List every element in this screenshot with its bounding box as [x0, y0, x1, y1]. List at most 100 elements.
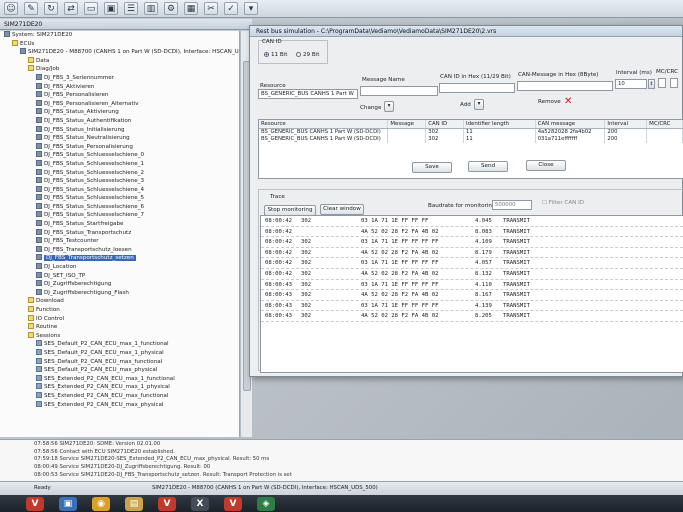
tree-item[interactable]: DJ_FBS_Status_Schluesselschiene_1	[0, 159, 239, 169]
tree-item[interactable]: SIM271DE20 - M88700 (CANHS 1 on Part W (…	[0, 48, 239, 57]
vediamo2-icon[interactable]: V	[158, 496, 176, 511]
tools-icon[interactable]: ✂	[204, 2, 218, 15]
trace-row[interactable]: 08:00:43 302 4A 52 02 28 F2 FA 4B 02 8.167 T…	[261, 290, 683, 301]
radio-29bit-dot[interactable]	[296, 52, 301, 57]
refresh-icon[interactable]: ↻	[44, 2, 58, 15]
tree-item[interactable]: System: SIM271DE20	[0, 31, 239, 40]
grid-header-cell[interactable]: Identifier length	[464, 120, 536, 128]
can-message-input[interactable]	[517, 81, 613, 91]
clear-window-button[interactable]: Clear window	[320, 204, 364, 215]
trace-row[interactable]: 08:00:42 302 03 1A 71 1E FF FF FF FF 4.109 T…	[261, 237, 683, 248]
tree-item[interactable]: SES_Default_P2_CAN_ECU_max_1_physical	[0, 348, 239, 358]
xentry-icon[interactable]: X	[191, 496, 209, 511]
trace-row[interactable]: 08:00:43 302 03 1A 71 1E FF FF FF FF 4.110 T…	[261, 280, 683, 291]
user-icon[interactable]: ☺	[4, 2, 18, 15]
crc-checkbox[interactable]	[670, 78, 678, 88]
tree-item[interactable]: Sessions	[0, 331, 239, 341]
tree-item[interactable]: DJ_FBS_Status_Transportschutz	[0, 228, 239, 238]
tree-item[interactable]: DJ_FBS_Status_Schluesselschiene_6	[0, 202, 239, 212]
radio-29bit[interactable]: 29 Bit	[296, 52, 319, 58]
connect-icon[interactable]: ⇄	[64, 2, 78, 15]
tree-item[interactable]: SES_Default_P2_CAN_ECU_max_physical	[0, 366, 239, 375]
tree-item[interactable]: DJ_FBS_Status_Schluesselschiene_2	[0, 168, 239, 178]
grid-header-cell[interactable]: CAN message	[536, 120, 606, 128]
grid-icon[interactable]: ▦	[184, 2, 198, 15]
grid-header-cell[interactable]: Message	[388, 120, 427, 128]
tree-item[interactable]: DJ_FBS_3_Seriennummer	[0, 73, 239, 83]
folder-icon[interactable]: ▤	[125, 496, 143, 511]
tree-item[interactable]: SES_Extended_P2_CAN_ECU_max_physical	[0, 400, 239, 410]
grid-header-cell[interactable]: CAN ID	[426, 120, 465, 128]
tree-item[interactable]: SES_Default_P2_CAN_ECU_max_1_functional	[0, 340, 239, 349]
trace-row[interactable]: 08:00:42 302 03 1A 71 1E FF FF FF FF 4.057 T…	[261, 258, 683, 269]
change-button[interactable]: ▾	[384, 101, 394, 112]
filter-can-id-checkbox[interactable]: ☐ Filter CAN ID	[542, 200, 584, 206]
tree-item[interactable]: IO Control	[0, 314, 239, 324]
radio-11bit[interactable]: 11 Bit	[264, 52, 287, 58]
tree-item[interactable]: DJ_Zugriffsberechtigung_Flash	[0, 288, 239, 298]
tree-item[interactable]: DJ_FBS_Status_Personalisierung	[0, 142, 239, 152]
resource-select[interactable]: BS_GENERIC_BUS CANHS 1 Part W	[258, 89, 358, 99]
message-name-input[interactable]	[360, 86, 438, 96]
tree-item[interactable]: SES_Extended_P2_CAN_ECU_max_1_functional	[0, 374, 239, 384]
table-row[interactable]: BS_GENERIC_BUS CANHS 1 Part W (SD-DCDI) 3…	[259, 129, 683, 136]
tree-item[interactable]: DJ_FBS_Status_Schluesselschiene_5	[0, 194, 239, 203]
tree-item[interactable]: Function	[0, 306, 239, 315]
trace-row[interactable]: 08:00:43 302 4A 52 02 28 F2 FA 4B 02 8.205 T…	[261, 311, 683, 322]
close-button[interactable]: Close	[526, 160, 566, 171]
tree-item[interactable]: ECUs	[0, 39, 239, 49]
tree-item[interactable]: SES_Extended_P2_CAN_ECU_max_1_physical	[0, 383, 239, 392]
tree-item[interactable]: DJ_FBS_Aktivieren	[0, 82, 239, 92]
tree-item[interactable]: DJ_FBS_Transportschutz_loesen	[0, 245, 239, 255]
trace-row[interactable]: 08:00:42 302 03 1A 71 1E FF FF FF 4.045 TRAN…	[261, 216, 683, 227]
dropdown-icon[interactable]: ▾	[244, 2, 258, 15]
trace-row[interactable]: 08:00:43 302 03 1A 71 1E FF FF FF FF 4.139 T…	[261, 301, 683, 312]
vediamo3-icon[interactable]: V	[224, 496, 242, 511]
interval-input[interactable]: 10	[615, 79, 647, 89]
tree-item[interactable]: Routine	[0, 323, 239, 332]
tree-item[interactable]: DJ_FBS_Status_Startfreigabe	[0, 220, 239, 229]
trace-row[interactable]: 08:00:42 4A 52 02 28 F2 FA 4B 02 8.083 TRAN…	[261, 227, 683, 238]
window-icon[interactable]: ▭	[84, 2, 98, 15]
tree-item[interactable]: Diag/Job	[0, 65, 239, 74]
send-button[interactable]: Send	[468, 161, 508, 172]
tree-item[interactable]: Data	[0, 56, 239, 66]
chrome-icon[interactable]: ◉	[92, 496, 110, 511]
tree-item[interactable]: SES_Extended_P2_CAN_ECU_max_functional	[0, 391, 239, 401]
baudrate-input[interactable]: 500000	[492, 200, 532, 210]
tree-item[interactable]: DJ_SET_ISO_TP	[0, 271, 239, 281]
grid-header-cell[interactable]: Resource	[259, 120, 389, 128]
add-button[interactable]: ▾	[474, 99, 484, 110]
list-icon[interactable]: ☰	[124, 2, 138, 15]
mc-crc-checkbox[interactable]	[658, 78, 666, 88]
check-icon[interactable]: ✓	[224, 2, 238, 15]
ecu-icon[interactable]: ▣	[104, 2, 118, 15]
grid-header-cell[interactable]: MC/CRC	[647, 120, 683, 128]
tree-item[interactable]: DJ_FBS_Status_Authentifikation	[0, 116, 239, 126]
tree-item[interactable]: DJ_FBS_Status_Neutralisierung	[0, 134, 239, 143]
tree-item[interactable]: DJ_FBS_Status_Schluesselschiene_4	[0, 185, 239, 195]
chart-icon[interactable]: ▥	[144, 2, 158, 15]
tree-item[interactable]: DJ_FBS_Status_Schluesselschiene_7	[0, 211, 239, 220]
tree-item[interactable]: DJ_FBS_Transportschutz_setzen	[0, 254, 239, 263]
explorer-icon[interactable]: ▣	[59, 496, 77, 511]
save-button[interactable]: Save	[412, 162, 452, 173]
tree-item[interactable]: SES_Default_P2_CAN_ECU_max_functional	[0, 357, 239, 367]
can-id-input[interactable]	[439, 83, 515, 93]
tree-item[interactable]: DJ_FBS_Status_Schluesselschiene_3	[0, 177, 239, 186]
radio-11bit-dot[interactable]	[264, 52, 269, 57]
tree-item[interactable]: DJ_Location	[0, 263, 239, 272]
trace-row[interactable]: 08:00:42 302 4A 52 02 28 F2 FA 4B 02 8.179 T…	[261, 248, 683, 259]
app-icon[interactable]: ◈	[257, 496, 275, 511]
gear-icon[interactable]: ⚙	[164, 2, 178, 15]
tree-item[interactable]: DJ_Zugriffsberechtigung	[0, 280, 239, 289]
tree-item[interactable]: DJ_FBS_Testcounter	[0, 237, 239, 246]
remove-x-icon[interactable]: ✕	[564, 97, 573, 107]
tree-item[interactable]: DJ_FBS_Status_Initialisierung	[0, 125, 239, 135]
interval-spinner[interactable]: ⇕	[648, 79, 655, 89]
ecu-tree[interactable]: System: SIM271DE20 ECUs SIM271DE20 - M8870…	[0, 31, 240, 437]
tree-item[interactable]: DJ_FBS_Personalisieren	[0, 91, 239, 100]
vediamo-icon[interactable]: V	[26, 496, 44, 511]
trace-list[interactable]: 08:00:42 302 03 1A 71 1E FF FF FF 4.045 TRAN…	[260, 215, 683, 373]
tree-item[interactable]: DJ_FBS_Personalisieren_Alternativ	[0, 99, 239, 109]
